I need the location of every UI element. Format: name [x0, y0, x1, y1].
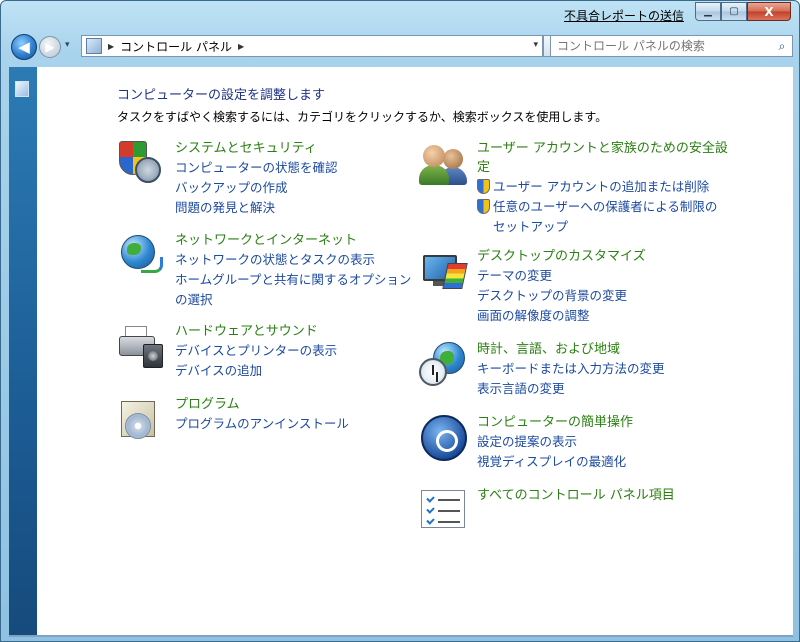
users-icon[interactable] [419, 139, 471, 191]
link-optimize-visual-display[interactable]: 視覚ディスプレイの最適化 [477, 452, 633, 472]
category-title-user-accounts-cont[interactable]: 定 [477, 158, 728, 177]
page-subheading: タスクをすばやく検索するには、カテゴリをクリックするか、検索ボックスを使用します… [117, 110, 608, 124]
link-homegroup-options-cont[interactable]: の選択 [175, 290, 411, 310]
category-programs: プログラム プログラムのアンインストール [117, 395, 349, 447]
address-dropdown-icon[interactable]: ▾ [533, 40, 538, 50]
category-hardware-sound: ハードウェアとサウンド デバイスとプリンターの表示 デバイスの追加 [117, 322, 337, 381]
link-troubleshoot[interactable]: 問題の発見と解決 [175, 198, 338, 218]
link-devices-printers[interactable]: デバイスとプリンターの表示 [175, 341, 337, 361]
globe-network-icon[interactable] [117, 231, 169, 283]
recent-pages-dropdown[interactable]: ▾ [65, 40, 70, 50]
page-heading: コンピューターの設定を調整します [117, 88, 326, 103]
checklist-icon[interactable] [419, 486, 471, 538]
category-ease-of-access: コンピューターの簡単操作 設定の提案の表示 視覚ディスプレイの最適化 [419, 413, 633, 472]
breadcrumb-arrow-icon[interactable]: ▶ [108, 42, 114, 51]
back-button[interactable]: ◀ [11, 34, 37, 60]
forward-button[interactable]: ▶ [39, 36, 61, 58]
window-bottom-border [9, 635, 793, 637]
link-add-remove-accounts-label: ユーザー アカウントの追加または削除 [493, 179, 710, 194]
category-network-internet: ネットワークとインターネット ネットワークの状態とタスクの表示 ホームグループと… [117, 231, 411, 310]
printer-speaker-icon[interactable] [117, 322, 169, 374]
category-title-appearance[interactable]: デスクトップのカスタマイズ [477, 247, 646, 266]
link-adjust-resolution[interactable]: 画面の解像度の調整 [477, 306, 646, 326]
link-uninstall-program[interactable]: プログラムのアンインストール [175, 414, 349, 434]
main-content: コンピューターの設定を調整します タスクをすばやく検索するには、カテゴリをクリッ… [37, 67, 793, 635]
control-panel-icon [86, 38, 102, 54]
category-user-accounts: ユーザー アカウントと家族のための安全設 定 ユーザー アカウントの追加または削… [419, 139, 728, 237]
category-title-user-accounts[interactable]: ユーザー アカウントと家族のための安全設 [477, 139, 728, 158]
link-add-device[interactable]: デバイスの追加 [175, 361, 337, 381]
category-appearance: デスクトップのカスタマイズ テーマの変更 デスクトップの背景の変更 画面の解像度… [419, 247, 646, 326]
link-change-display-language[interactable]: 表示言語の変更 [477, 379, 665, 399]
link-create-backup[interactable]: バックアップの作成 [175, 178, 338, 198]
breadcrumb-arrow-icon[interactable]: ▶ [238, 42, 244, 51]
globe-clock-icon[interactable] [419, 340, 471, 392]
uac-shield-icon [477, 199, 490, 214]
link-parental-controls-label: 任意のユーザーへの保護者による制限の [493, 199, 718, 214]
link-parental-controls-cont[interactable]: セットアップ [477, 217, 728, 237]
link-homegroup-options[interactable]: ホームグループと共有に関するオプション [175, 270, 411, 290]
category-clock-language-region: 時計、言語、および地域 キーボードまたは入力方法の変更 表示言語の変更 [419, 340, 665, 399]
minimize-button[interactable]: ▁ [695, 2, 721, 21]
link-change-theme[interactable]: テーマの変更 [477, 266, 646, 286]
category-system-security: システムとセキュリティ コンピューターの状態を確認 バックアップの作成 問題の発… [117, 139, 338, 218]
link-recommended-settings[interactable]: 設定の提案の表示 [477, 432, 633, 452]
category-all-items: すべてのコントロール パネル項目 [419, 486, 675, 538]
uac-shield-icon [477, 179, 490, 194]
link-network-status[interactable]: ネットワークの状態とタスクの表示 [175, 250, 411, 270]
left-navigation-strip [9, 67, 37, 635]
ease-of-access-icon[interactable] [419, 413, 471, 465]
category-title-network-internet[interactable]: ネットワークとインターネット [175, 231, 411, 250]
shield-gauge-icon[interactable] [117, 139, 169, 191]
search-icon[interactable]: ⌕ [772, 39, 792, 54]
program-box-icon[interactable] [117, 395, 169, 447]
link-change-background[interactable]: デスクトップの背景の変更 [477, 286, 646, 306]
category-title-programs[interactable]: プログラム [175, 395, 349, 414]
link-add-remove-accounts[interactable]: ユーザー アカウントの追加または削除 [477, 177, 728, 197]
breadcrumb-control-panel[interactable]: コントロール パネル [120, 38, 232, 55]
maximize-button[interactable]: ▢ [721, 2, 747, 21]
control-panel-icon[interactable] [15, 81, 29, 97]
link-parental-controls[interactable]: 任意のユーザーへの保護者による制限の [477, 197, 728, 217]
category-title-clock-language-region[interactable]: 時計、言語、および地域 [477, 340, 665, 359]
link-change-keyboard[interactable]: キーボードまたは入力方法の変更 [477, 359, 665, 379]
control-panel-window: 不具合レポートの送信 ▁ ▢ X ◀ ▶ ▾ ▶ コントロール パネル ▶ ▾ … [0, 0, 800, 642]
navigation-bar: ◀ ▶ ▾ ▶ コントロール パネル ▶ ▾ ↻ ⌕ [9, 33, 793, 61]
address-bar[interactable]: ▶ コントロール パネル ▶ ▾ [81, 35, 543, 57]
search-box[interactable]: ⌕ [550, 35, 793, 57]
category-title-ease-of-access[interactable]: コンピューターの簡単操作 [477, 413, 633, 432]
monitor-palette-icon[interactable] [419, 247, 471, 299]
search-input[interactable] [557, 37, 772, 55]
send-feedback-link[interactable]: 不具合レポートの送信 [564, 7, 684, 24]
link-check-computer-status[interactable]: コンピューターの状態を確認 [175, 158, 338, 178]
category-title-hardware-sound[interactable]: ハードウェアとサウンド [175, 322, 337, 341]
caption-buttons: ▁ ▢ X [695, 2, 791, 21]
category-title-system-security[interactable]: システムとセキュリティ [175, 139, 338, 158]
close-button[interactable]: X [747, 2, 791, 21]
category-title-all-items[interactable]: すべてのコントロール パネル項目 [477, 486, 675, 505]
